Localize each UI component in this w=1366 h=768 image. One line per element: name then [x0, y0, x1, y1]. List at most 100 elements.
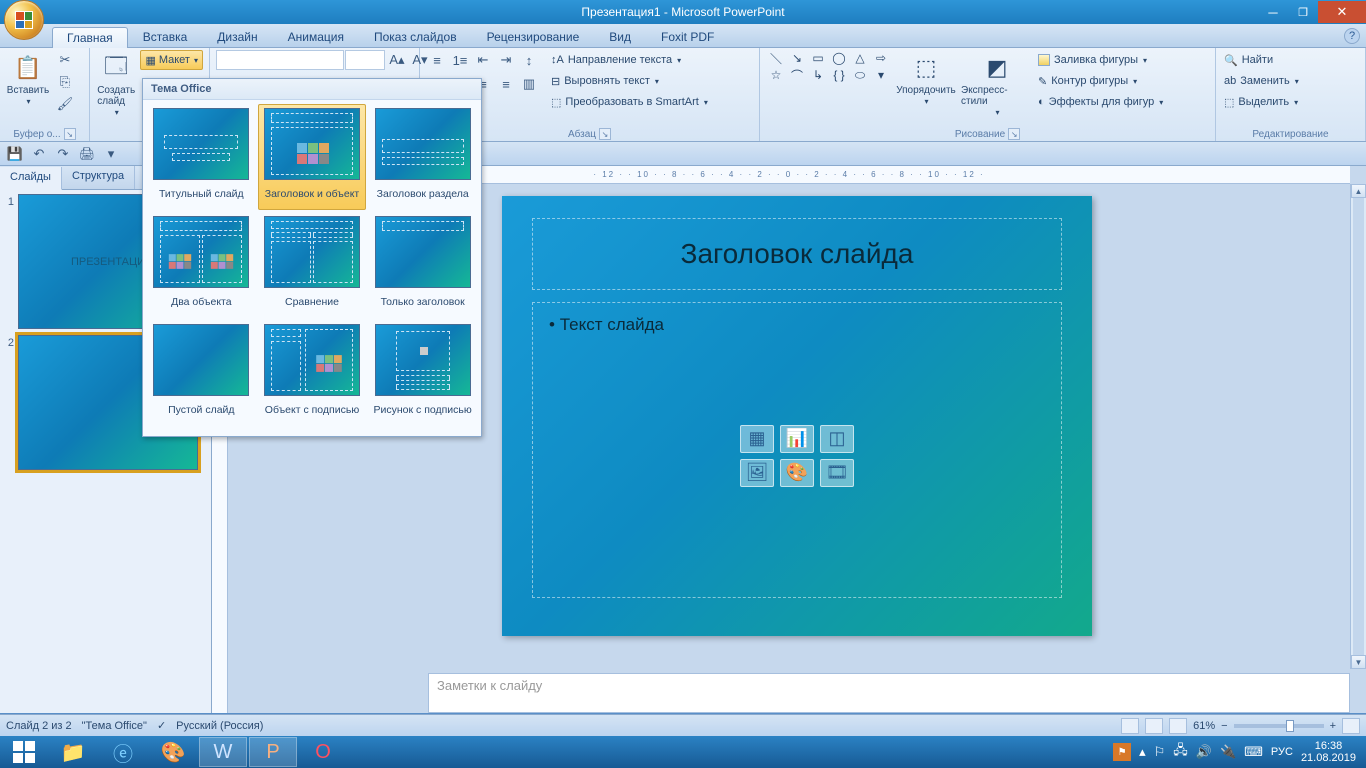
insert-chart-icon[interactable]: 📊 — [780, 425, 814, 453]
shape-arrow2-icon[interactable]: ⇨ — [871, 50, 891, 66]
title-placeholder[interactable]: Заголовок слайда — [532, 218, 1062, 290]
format-painter-button[interactable]: 🖌 — [54, 94, 76, 114]
slide[interactable]: Заголовок слайда Текст слайда ▦ 📊 ◫ 🖼 🎨 … — [502, 196, 1092, 636]
fit-to-window-button[interactable] — [1342, 718, 1360, 734]
tray-volume-icon[interactable]: 🔊 — [1196, 744, 1212, 760]
shapes-gallery[interactable]: ＼ ↘ ▭ ◯ △ ⇨ ☆ ⌒ ↳ { } ⬭ ▾ — [766, 50, 891, 83]
layout-title-content[interactable]: Заголовок и объект — [258, 104, 367, 210]
tab-insert[interactable]: Вставка — [128, 26, 203, 47]
tray-flag-icon[interactable]: ⚐ — [1154, 744, 1166, 760]
convert-smartart-button[interactable]: ⬚Преобразовать в SmartArt▾ — [550, 92, 709, 112]
tray-notification-icon[interactable]: ⚑ — [1113, 743, 1131, 761]
shape-oval-icon[interactable]: ◯ — [829, 50, 849, 66]
text-direction-button[interactable]: ↕AНаправление текста▾ — [550, 50, 709, 70]
tray-network-icon[interactable]: 🖧 — [1173, 741, 1188, 763]
sorter-view-button[interactable] — [1145, 718, 1163, 734]
zoom-out-button[interactable]: − — [1221, 720, 1227, 732]
shape-outline-button[interactable]: ✎Контур фигуры▾ — [1037, 71, 1164, 91]
font-size-combo[interactable] — [345, 50, 385, 70]
tab-design[interactable]: Дизайн — [202, 26, 272, 47]
increase-indent-button[interactable]: ⇥ — [495, 50, 517, 70]
tab-animation[interactable]: Анимация — [273, 26, 359, 47]
drawing-launcher[interactable]: ↘ — [1008, 128, 1020, 140]
layout-title-only[interactable]: Только заголовок — [368, 212, 477, 318]
print-preview-button[interactable]: 🖨 — [76, 144, 98, 164]
arrange-button[interactable]: ⬚ Упорядочить▾ — [895, 50, 957, 106]
minimize-button[interactable]: ─ — [1258, 1, 1288, 23]
clipboard-launcher[interactable]: ↘ — [64, 128, 76, 140]
tab-view[interactable]: Вид — [594, 26, 646, 47]
cut-button[interactable]: ✂ — [54, 50, 76, 70]
tray-language[interactable]: РУС — [1271, 746, 1293, 758]
normal-view-button[interactable] — [1121, 718, 1139, 734]
scroll-up-button[interactable]: ▲ — [1351, 184, 1366, 198]
layout-dropdown-button[interactable]: ▦ Макет ▾ — [140, 50, 203, 70]
taskbar-ie[interactable]: ⓔ — [99, 737, 147, 767]
tab-review[interactable]: Рецензирование — [472, 26, 595, 47]
scroll-down-button[interactable]: ▼ — [1351, 655, 1366, 669]
shape-brace-icon[interactable]: { } — [829, 67, 849, 83]
spell-check-icon[interactable]: ✓ — [157, 719, 166, 732]
shape-triangle-icon[interactable]: △ — [850, 50, 870, 66]
notes-pane[interactable]: Заметки к слайду — [428, 673, 1350, 713]
layout-title-slide[interactable]: Титульный слайд — [147, 104, 256, 210]
quick-styles-button[interactable]: ◩ Экспресс-стили▾ — [961, 50, 1033, 117]
taskbar-paint[interactable]: 🎨 — [149, 737, 197, 767]
content-placeholder[interactable]: Текст слайда ▦ 📊 ◫ 🖼 🎨 🎞 — [532, 302, 1062, 598]
layout-picture-caption[interactable]: Рисунок с подписью — [368, 320, 477, 426]
taskbar-opera[interactable]: O — [299, 737, 347, 767]
zoom-level[interactable]: 61% — [1193, 720, 1215, 732]
shape-fill-button[interactable]: Заливка фигуры▾ — [1037, 50, 1164, 70]
language-indicator[interactable]: Русский (Россия) — [176, 720, 263, 732]
layout-content-caption[interactable]: Объект с подписью — [258, 320, 367, 426]
shape-rect-icon[interactable]: ▭ — [808, 50, 828, 66]
layout-section-header[interactable]: Заголовок раздела — [368, 104, 477, 210]
columns-button[interactable]: ▥ — [518, 74, 540, 94]
paragraph-launcher[interactable]: ↘ — [599, 128, 611, 140]
shape-callout-icon[interactable]: ⬭ — [850, 67, 870, 83]
zoom-slider[interactable] — [1234, 724, 1324, 728]
font-name-combo[interactable] — [216, 50, 344, 70]
shape-curve-icon[interactable]: ⌒ — [787, 67, 807, 83]
shape-star-icon[interactable]: ☆ — [766, 67, 786, 83]
tray-power-icon[interactable]: 🔌 — [1220, 744, 1236, 760]
insert-picture-icon[interactable]: 🖼 — [740, 459, 774, 487]
slideshow-view-button[interactable] — [1169, 718, 1187, 734]
qat-dropdown[interactable]: ▾ — [100, 144, 122, 164]
panel-tab-slides[interactable]: Слайды — [0, 167, 62, 190]
shape-effects-button[interactable]: ◐Эффекты для фигур▾ — [1037, 92, 1164, 112]
insert-smartart-icon[interactable]: ◫ — [820, 425, 854, 453]
insert-table-icon[interactable]: ▦ — [740, 425, 774, 453]
layout-two-content[interactable]: Два объекта — [147, 212, 256, 318]
align-text-button[interactable]: ⊟Выровнять текст▾ — [550, 71, 709, 91]
replace-button[interactable]: abЗаменить▾ — [1222, 71, 1301, 91]
taskbar-powerpoint[interactable]: P — [249, 737, 297, 767]
grow-font-button[interactable]: A▴ — [386, 50, 408, 70]
insert-clipart-icon[interactable]: 🎨 — [780, 459, 814, 487]
layout-blank[interactable]: Пустой слайд — [147, 320, 256, 426]
tray-keyboard-icon[interactable]: ⌨ — [1244, 744, 1263, 760]
tray-clock[interactable]: 16:38 21.08.2019 — [1301, 740, 1356, 764]
insert-media-icon[interactable]: 🎞 — [820, 459, 854, 487]
redo-button[interactable]: ↷ — [52, 144, 74, 164]
help-button[interactable]: ? — [1344, 28, 1360, 44]
shape-more-icon[interactable]: ▾ — [871, 67, 891, 83]
taskbar-word[interactable]: W — [199, 737, 247, 767]
copy-button[interactable]: ⎘ — [54, 72, 76, 92]
paste-button[interactable]: 📋 Вставить ▾ — [6, 50, 50, 106]
start-button[interactable] — [0, 736, 48, 768]
office-button[interactable] — [4, 0, 48, 44]
panel-tab-outline[interactable]: Структура — [62, 166, 135, 189]
zoom-in-button[interactable]: + — [1330, 720, 1336, 732]
select-button[interactable]: ⬚Выделить▾ — [1222, 92, 1301, 112]
tab-foxit[interactable]: Foxit PDF — [646, 26, 729, 47]
justify-button[interactable]: ≡ — [495, 74, 517, 94]
decrease-indent-button[interactable]: ⇤ — [472, 50, 494, 70]
bullets-button[interactable]: ≡ — [426, 50, 448, 70]
numbering-button[interactable]: 1≡ — [449, 50, 471, 70]
close-button[interactable]: ✕ — [1318, 1, 1366, 23]
find-button[interactable]: 🔍Найти — [1222, 50, 1301, 70]
line-spacing-button[interactable]: ↕ — [518, 50, 540, 70]
shape-arrow-icon[interactable]: ↘ — [787, 50, 807, 66]
tray-up-icon[interactable]: ▴ — [1139, 744, 1146, 760]
